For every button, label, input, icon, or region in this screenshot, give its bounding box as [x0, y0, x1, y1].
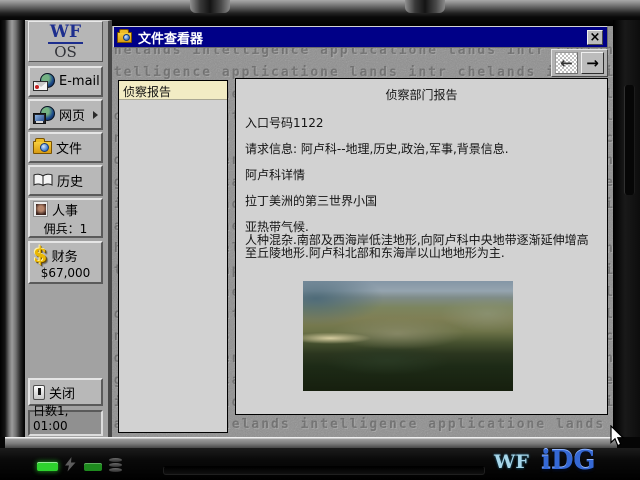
finance-balance: $67,000	[40, 266, 91, 280]
right-arrow-icon: →	[586, 53, 599, 72]
chassis-wf-logo: WF	[494, 451, 529, 473]
left-arrow-icon: ←	[560, 53, 573, 72]
bezel-latch	[624, 85, 635, 195]
report-line: 请求信息: 阿卢科--地理,历史,政治,军事,背景信息.	[245, 142, 509, 156]
history-label: 历史	[57, 175, 84, 190]
chassis-idg-logo: iDG	[541, 446, 596, 476]
laptop-frame: chelands intelligence applicatione lands…	[0, 0, 640, 480]
sidebar-item-email[interactable]: E-mail	[28, 66, 103, 97]
media-slot	[163, 466, 485, 475]
mouse-cursor	[610, 425, 625, 447]
aerial-coastal-photo	[303, 281, 513, 391]
personnel-label: 人事	[52, 203, 79, 219]
disk-led	[84, 463, 102, 471]
os-logo: WF OS	[28, 21, 103, 62]
report-panel: 侦察部门报告 入口号码1122 请求信息: 阿卢科--地理,历史,政治,军事,背…	[235, 78, 608, 415]
hinge-right	[405, 0, 445, 13]
web-globe-icon	[33, 105, 55, 124]
os-logo-wf: WF	[47, 21, 84, 44]
web-label: 网页	[59, 109, 86, 124]
dollar-icon: $	[33, 242, 48, 267]
submenu-arrow-icon	[93, 110, 98, 119]
power-led	[37, 462, 58, 471]
hinge-left	[190, 0, 230, 13]
sidebar-item-web[interactable]: 网页	[28, 99, 103, 130]
sidebar-item-finance[interactable]: $ 财务 $67,000	[28, 241, 103, 284]
file-list-panel: 侦察报告	[118, 80, 228, 433]
disk-stack-icon	[109, 458, 122, 472]
shutdown-label: 关闭	[49, 386, 76, 402]
bezel-left	[0, 20, 25, 437]
sidebar-item-personnel[interactable]: 人事 佣兵：1	[28, 198, 103, 238]
mercenary-count: 佣兵：1	[43, 221, 88, 236]
clock-text: 日数1, 01:00	[33, 404, 69, 433]
bezel-right	[613, 20, 640, 437]
report-title: 侦察部门报告	[385, 88, 458, 102]
report-line: 人种混杂.南部及西海岸低洼地形,向阿卢科中央地带逐渐延伸增高至丘陵地形.阿卢科北…	[245, 233, 589, 260]
report-line: 阿卢科详情	[245, 168, 306, 182]
close-icon: ×	[589, 29, 601, 45]
email-globe-icon	[33, 72, 55, 91]
photo-portrait-icon	[33, 201, 48, 217]
nav-panel: ← →	[551, 49, 608, 77]
folder-magnifier-icon	[117, 28, 132, 43]
os-logo-os: OS	[54, 42, 77, 61]
open-book-icon	[33, 173, 53, 187]
list-item-recon-report[interactable]: 侦察报告	[119, 81, 227, 100]
window-title: 文件查看器	[138, 31, 204, 47]
game-clock: 日数1, 01:00	[28, 404, 103, 436]
report-line: 拉丁美洲的第三世界小国	[245, 194, 378, 208]
sidebar-item-history[interactable]: 历史	[28, 165, 103, 196]
screen-bottom-edge	[5, 437, 617, 448]
back-button[interactable]: ←	[555, 52, 578, 74]
power-switch-icon	[33, 384, 45, 400]
folder-magnifier-icon	[33, 138, 52, 154]
forward-button[interactable]: →	[581, 52, 604, 74]
files-label: 文件	[56, 142, 83, 157]
file-viewer-titlebar[interactable]: 文件查看器 ×	[113, 26, 608, 48]
close-button[interactable]: ×	[587, 29, 603, 45]
finance-label: 财务	[51, 249, 78, 265]
email-label: E-mail	[59, 74, 100, 89]
sidebar-item-files[interactable]: 文件	[28, 132, 103, 163]
lightning-icon	[65, 457, 76, 472]
report-line: 入口号码1122	[245, 116, 324, 130]
